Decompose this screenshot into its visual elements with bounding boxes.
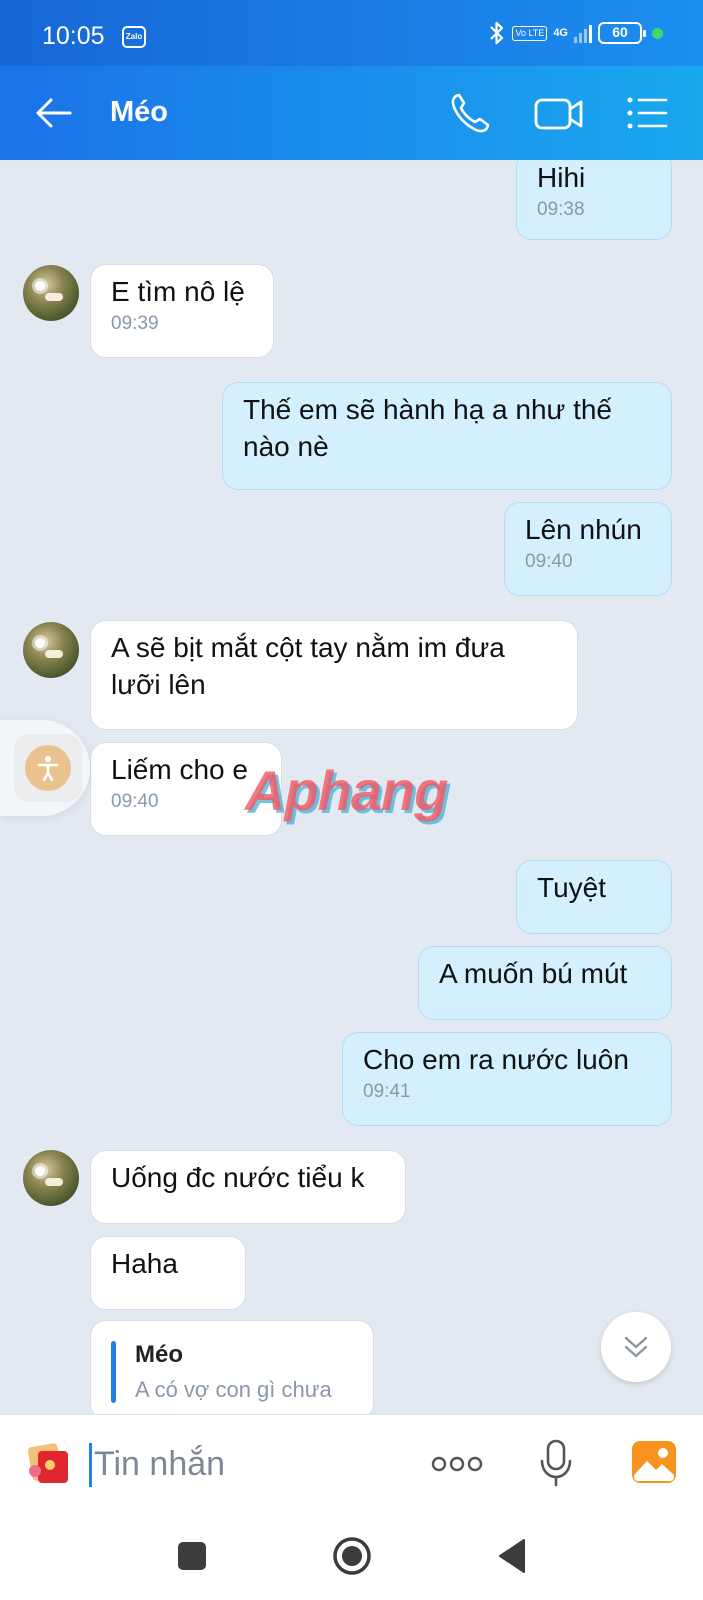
message-text: Tuyệt bbox=[537, 872, 606, 903]
contact-avatar[interactable] bbox=[23, 265, 79, 321]
bluetooth-icon bbox=[490, 21, 504, 45]
message-bubble-incoming[interactable]: Uống đc nước tiểu k bbox=[90, 1150, 406, 1224]
message-bubble-outgoing[interactable]: Lên nhún 09:40 bbox=[504, 502, 672, 596]
message-time: 09:40 bbox=[525, 551, 573, 572]
message-list[interactable]: Hihi 09:38 E tìm nô lệ 09:39 Thế em sẽ h… bbox=[0, 160, 703, 1414]
message-text: Cho em ra nước luôn bbox=[363, 1044, 629, 1075]
status-bar: 10:05 Zalo Vo LTE 4G 60 bbox=[0, 0, 703, 66]
back-button[interactable] bbox=[34, 96, 74, 130]
message-text: Liếm cho e bbox=[111, 754, 248, 785]
message-text: A sẽ bịt mắt cột tay nằm im đưa lưỡi lên bbox=[111, 632, 505, 700]
accessibility-icon bbox=[25, 745, 71, 791]
message-text: E tìm nô lệ bbox=[111, 276, 245, 307]
chat-header: Méo bbox=[0, 66, 703, 160]
list-menu-icon bbox=[627, 97, 668, 129]
send-image-button[interactable] bbox=[630, 1439, 678, 1485]
message-bubble-outgoing[interactable]: Hihi 09:38 bbox=[516, 160, 672, 240]
call-button[interactable] bbox=[444, 88, 498, 138]
voice-message-button[interactable] bbox=[538, 1437, 574, 1489]
contact-avatar[interactable] bbox=[23, 622, 79, 678]
zalo-notification-icon: Zalo bbox=[122, 26, 146, 48]
back-nav-button[interactable] bbox=[492, 1534, 536, 1578]
status-indicators: Vo LTE 4G 60 bbox=[488, 20, 663, 46]
more-options-button[interactable] bbox=[430, 1449, 484, 1479]
message-bubble-outgoing[interactable]: Cho em ra nước luôn 09:41 bbox=[342, 1032, 672, 1126]
signal-icon bbox=[574, 23, 592, 43]
message-text: Thế em sẽ hành hạ a như thế nào nè bbox=[243, 394, 612, 462]
chat-options-button[interactable] bbox=[622, 88, 676, 138]
video-camera-icon bbox=[534, 98, 583, 130]
more-dots-icon bbox=[431, 1456, 483, 1472]
home-button[interactable] bbox=[330, 1534, 374, 1578]
message-bubble-incoming[interactable]: Haha bbox=[90, 1236, 246, 1310]
sticker-icon bbox=[27, 1443, 68, 1483]
battery-icon: 60 bbox=[598, 22, 646, 44]
accessibility-button-inner bbox=[14, 734, 82, 802]
recent-apps-button[interactable] bbox=[170, 1534, 214, 1578]
message-time: 09:39 bbox=[111, 313, 159, 334]
message-text: Uống đc nước tiểu k bbox=[111, 1162, 365, 1193]
message-time: 09:41 bbox=[363, 1081, 411, 1102]
message-text: Hihi bbox=[537, 162, 586, 193]
message-bubble-outgoing[interactable]: Tuyệt bbox=[516, 860, 672, 934]
watermark-logo: Aphang bbox=[245, 759, 448, 822]
message-input[interactable] bbox=[94, 1439, 394, 1489]
phone-icon bbox=[451, 93, 490, 133]
message-text: A muốn bú mút bbox=[439, 958, 628, 989]
video-call-button[interactable] bbox=[532, 88, 586, 138]
quote-text: A có vợ con gì chưa bbox=[135, 1377, 332, 1402]
volte-indicator: Vo LTE bbox=[512, 25, 548, 41]
contact-avatar[interactable] bbox=[23, 1150, 79, 1206]
sticker-button[interactable] bbox=[24, 1441, 72, 1487]
message-bubble-outgoing[interactable]: Thế em sẽ hành hạ a như thế nào nè bbox=[222, 382, 672, 490]
message-time: 09:40 bbox=[111, 791, 159, 812]
message-time: 09:38 bbox=[537, 199, 585, 220]
message-text: Lên nhún bbox=[525, 514, 642, 545]
privacy-dot-icon bbox=[652, 27, 663, 39]
scroll-to-bottom-button[interactable] bbox=[601, 1312, 671, 1382]
chevron-double-down-icon bbox=[624, 1336, 648, 1358]
square-icon bbox=[178, 1542, 206, 1570]
message-input-bar bbox=[0, 1414, 703, 1512]
message-bubble-incoming[interactable]: E tìm nô lệ 09:39 bbox=[90, 264, 274, 358]
system-navigation-bar bbox=[0, 1512, 703, 1600]
text-caret bbox=[89, 1443, 92, 1487]
triangle-back-icon bbox=[499, 1539, 525, 1573]
accessibility-float-button[interactable] bbox=[0, 720, 90, 816]
quoted-message[interactable]: Méo A có vợ con gì chưa bbox=[90, 1320, 374, 1414]
message-bubble-incoming[interactable]: A sẽ bịt mắt cột tay nằm im đưa lưỡi lên bbox=[90, 620, 578, 730]
network-type: 4G bbox=[553, 26, 568, 39]
quote-accent-bar bbox=[111, 1341, 116, 1403]
image-icon bbox=[632, 1441, 676, 1483]
status-time: 10:05 bbox=[42, 22, 105, 50]
arrow-left-icon bbox=[36, 98, 72, 128]
message-text: Haha bbox=[111, 1248, 178, 1279]
circle-home-icon bbox=[333, 1537, 371, 1575]
contact-name[interactable]: Méo bbox=[110, 96, 168, 129]
message-bubble-outgoing[interactable]: A muốn bú mút bbox=[418, 946, 672, 1020]
quote-author: Méo bbox=[135, 1341, 183, 1368]
microphone-icon bbox=[540, 1439, 572, 1487]
